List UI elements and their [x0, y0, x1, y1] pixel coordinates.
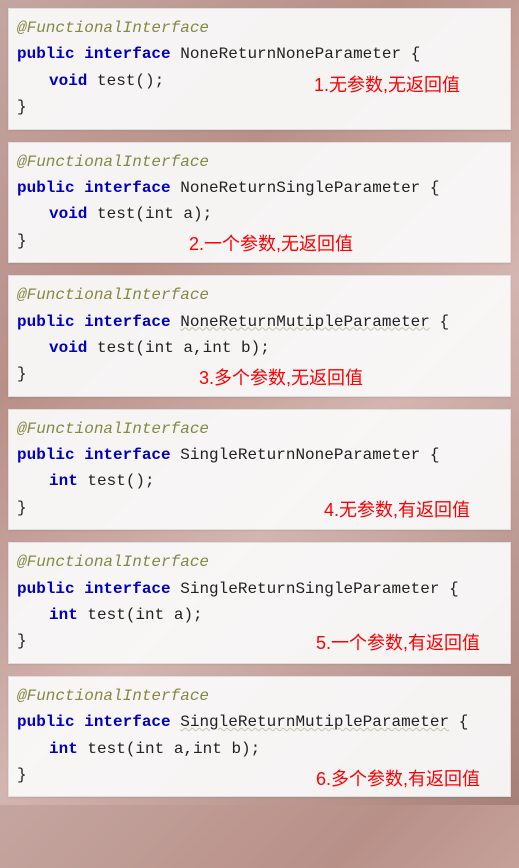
code-block-5: @FunctionalInterface public interface Si… — [8, 542, 511, 664]
return-type: void — [49, 72, 87, 90]
caption-5: 5.一个参数,有返回值 — [316, 629, 480, 659]
close-brace: } — [17, 766, 27, 784]
open-brace: { — [430, 446, 440, 464]
keywords: public interface — [17, 580, 171, 598]
close-brace: } — [17, 232, 27, 250]
code-block-6: @FunctionalInterface public interface Si… — [8, 676, 511, 798]
code-block-3: @FunctionalInterface public interface No… — [8, 275, 511, 397]
interface-name: NoneReturnSingleParameter — [180, 179, 420, 197]
declaration-line: public interface SingleReturnSingleParam… — [17, 576, 502, 602]
annotation: @FunctionalInterface — [17, 286, 209, 304]
close-brace: } — [17, 365, 27, 383]
annotation: @FunctionalInterface — [17, 420, 209, 438]
open-brace: { — [439, 313, 449, 331]
annotation-line: @FunctionalInterface — [17, 282, 502, 308]
caption-6: 6.多个参数,有返回值 — [316, 765, 480, 795]
return-type: void — [49, 205, 87, 223]
keywords: public interface — [17, 313, 171, 331]
method-params: (int a,int b) — [126, 740, 251, 758]
semicolon: ; — [251, 740, 261, 758]
method-name: test — [97, 72, 135, 90]
code-block-1: @FunctionalInterface public interface No… — [8, 8, 511, 130]
annotation: @FunctionalInterface — [17, 687, 209, 705]
annotation: @FunctionalInterface — [17, 19, 209, 37]
declaration-line: public interface SingleReturnNoneParamet… — [17, 442, 502, 468]
annotation-line: @FunctionalInterface — [17, 683, 502, 709]
keywords: public interface — [17, 179, 171, 197]
interface-name: NoneReturnNoneParameter — [180, 45, 401, 63]
method-params: (int a,int b) — [135, 339, 260, 357]
method-line: void test(int a,int b); — [17, 335, 502, 361]
annotation-line: @FunctionalInterface — [17, 549, 502, 575]
open-brace: { — [430, 179, 440, 197]
code-block-4: @FunctionalInterface public interface Si… — [8, 409, 511, 531]
interface-name: NoneReturnMutipleParameter — [180, 313, 430, 331]
method-line: int test(); — [17, 468, 502, 494]
method-name: test — [87, 606, 125, 624]
annotation-line: @FunctionalInterface — [17, 416, 502, 442]
caption-1: 1.无参数,无返回值 — [314, 71, 460, 101]
semicolon: ; — [260, 339, 270, 357]
return-type: int — [49, 606, 78, 624]
annotation: @FunctionalInterface — [17, 153, 209, 171]
caption-2: 2.一个参数,无返回值 — [189, 230, 353, 260]
code-block-2: @FunctionalInterface public interface No… — [8, 142, 511, 264]
open-brace: { — [459, 713, 469, 731]
semicolon: ; — [193, 606, 203, 624]
method-name: test — [87, 472, 125, 490]
method-params: () — [135, 72, 154, 90]
caption-4: 4.无参数,有返回值 — [324, 496, 470, 526]
annotation: @FunctionalInterface — [17, 553, 209, 571]
method-name: test — [97, 339, 135, 357]
keywords: public interface — [17, 446, 171, 464]
interface-name: SingleReturnNoneParameter — [180, 446, 420, 464]
method-params: (int a) — [126, 606, 193, 624]
close-brace: } — [17, 632, 27, 650]
declaration-line: public interface NoneReturnNoneParameter… — [17, 41, 502, 67]
method-line: int test(int a); — [17, 602, 502, 628]
method-line: void test(int a); — [17, 201, 502, 227]
declaration-line: public interface NoneReturnSingleParamet… — [17, 175, 502, 201]
open-brace: { — [411, 45, 421, 63]
semicolon: ; — [203, 205, 213, 223]
method-name: test — [97, 205, 135, 223]
method-params: () — [126, 472, 145, 490]
method-line: int test(int a,int b); — [17, 736, 502, 762]
return-type: void — [49, 339, 87, 357]
annotation-line: @FunctionalInterface — [17, 15, 502, 41]
keywords: public interface — [17, 713, 171, 731]
close-brace: } — [17, 499, 27, 517]
annotation-line: @FunctionalInterface — [17, 149, 502, 175]
caption-3: 3.多个参数,无返回值 — [199, 364, 363, 394]
method-name: test — [87, 740, 125, 758]
open-brace: { — [449, 580, 459, 598]
interface-name: SingleReturnSingleParameter — [180, 580, 439, 598]
return-type: int — [49, 740, 78, 758]
declaration-line: public interface NoneReturnMutipleParame… — [17, 309, 502, 335]
interface-name: SingleReturnMutipleParameter — [180, 713, 449, 731]
keywords: public interface — [17, 45, 171, 63]
close-brace: } — [17, 98, 27, 116]
semicolon: ; — [145, 472, 155, 490]
semicolon: ; — [155, 72, 165, 90]
return-type: int — [49, 472, 78, 490]
declaration-line: public interface SingleReturnMutiplePara… — [17, 709, 502, 735]
method-params: (int a) — [135, 205, 202, 223]
